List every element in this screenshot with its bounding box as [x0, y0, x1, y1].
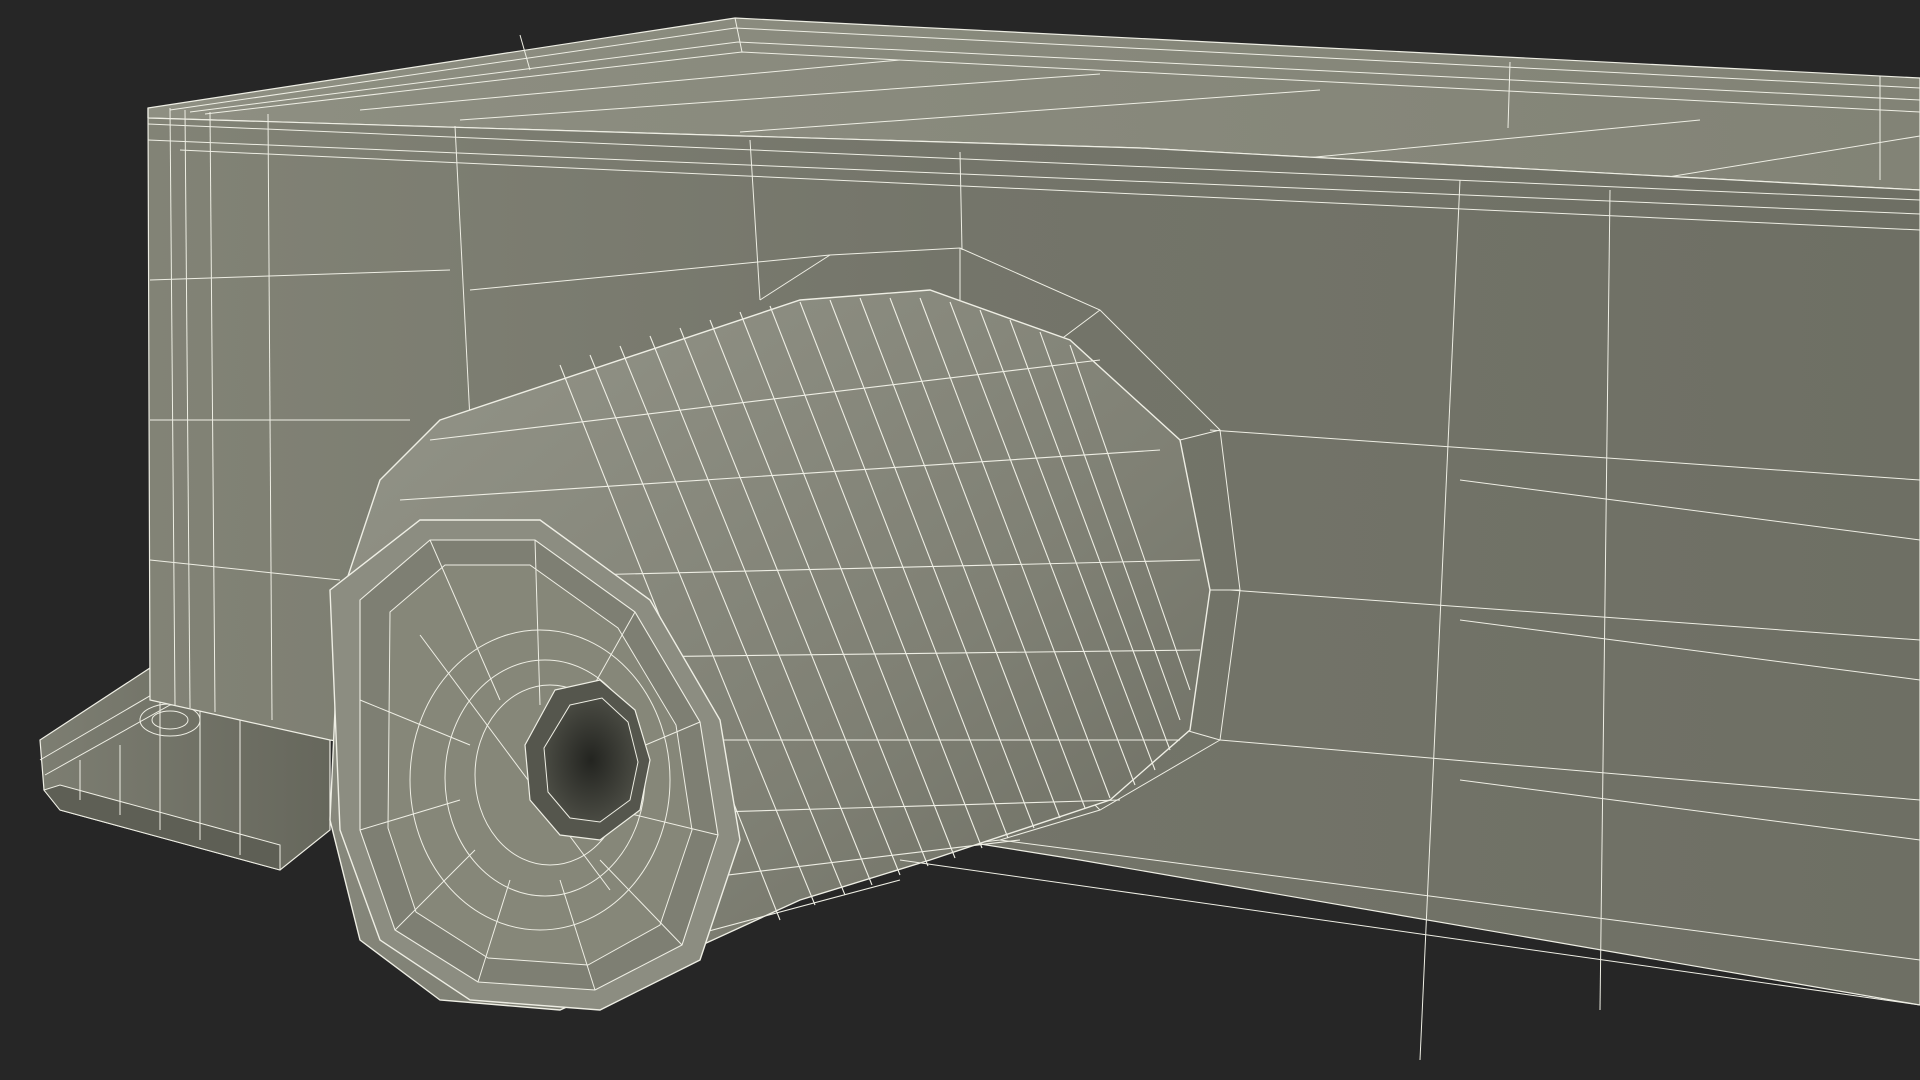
render-viewport	[0, 0, 1920, 1080]
wireframe-scene	[0, 0, 1920, 1080]
